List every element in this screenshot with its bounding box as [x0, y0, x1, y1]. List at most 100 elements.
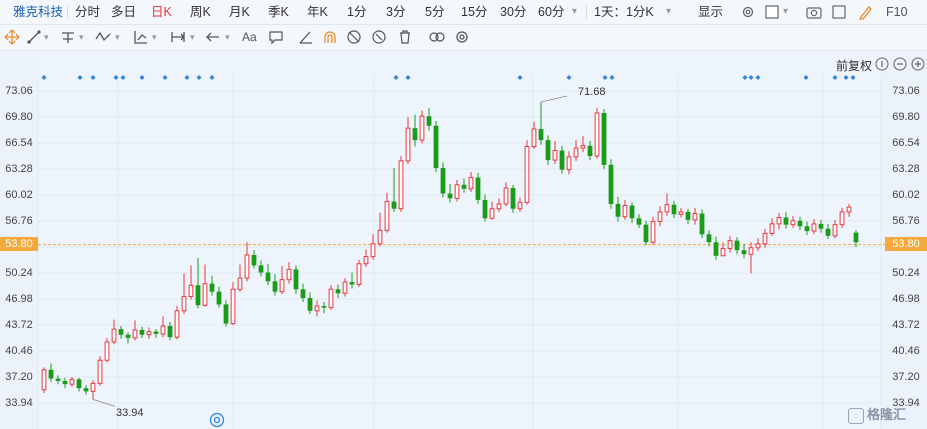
candle-body: [517, 201, 523, 210]
current-price-tag: 53.80: [885, 237, 927, 251]
candle-body: [587, 145, 593, 157]
candle-body: [174, 310, 180, 338]
price-tick: 66.54: [5, 137, 33, 149]
logo-icon: [848, 407, 864, 424]
candle-body: [363, 256, 369, 265]
candle-body: [538, 128, 544, 141]
event-marker: [803, 75, 809, 80]
price-tick: 40.46: [892, 345, 920, 357]
candle-body: [776, 216, 782, 225]
candle-body: [188, 284, 194, 297]
price-tick: 66.54: [892, 137, 920, 149]
candle-body: [734, 240, 740, 251]
candlestick-chart: [37, 75, 885, 429]
candle-body: [118, 329, 124, 335]
candle-body: [713, 242, 719, 256]
candle-body: [622, 205, 628, 218]
candle-body: [251, 254, 257, 266]
candle-body: [601, 113, 607, 165]
price-tick: 40.46: [5, 345, 33, 357]
price-tick: 37.20: [892, 371, 920, 383]
candle-body: [559, 150, 565, 170]
candle-body: [699, 213, 705, 235]
candle-body: [853, 232, 859, 243]
candle-body: [804, 226, 810, 232]
candle-body: [510, 187, 516, 209]
candle-body: [132, 329, 138, 339]
candle-body: [748, 247, 754, 255]
candle-body: [475, 177, 481, 200]
candle-body: [545, 140, 551, 161]
candle-body: [90, 382, 96, 392]
candle-body: [412, 128, 418, 141]
candle-body: [839, 211, 845, 226]
price-tick: 50.24: [5, 267, 33, 279]
candle-body: [244, 254, 250, 279]
current-price-tag: 53.80: [0, 237, 38, 251]
candle-body: [636, 218, 642, 225]
candle-body: [349, 282, 355, 285]
candle-body: [307, 298, 313, 311]
candle-body: [237, 277, 243, 290]
candle-body: [783, 217, 789, 225]
price-tick: 69.80: [892, 111, 920, 123]
candle-body: [755, 243, 761, 249]
event-marker: [832, 75, 838, 80]
event-marker: [843, 75, 849, 80]
candle-body: [111, 328, 117, 343]
event-marker: [566, 75, 572, 80]
candle-body: [419, 115, 425, 141]
candle-body: [230, 288, 236, 325]
candle-body: [216, 291, 222, 305]
candle-body: [650, 220, 656, 243]
candle-body: [769, 223, 775, 234]
event-marker: [517, 75, 523, 80]
price-tick: 56.76: [892, 215, 920, 227]
candle-body: [566, 156, 572, 171]
candle-body: [321, 306, 327, 308]
candle-body: [104, 341, 110, 361]
event-marker: [209, 75, 215, 80]
candle-body: [125, 334, 131, 338]
candle-body: [832, 224, 838, 237]
candle-body: [202, 283, 208, 306]
price-tick: 63.28: [892, 163, 920, 175]
watermark-logo: 格隆汇: [848, 404, 906, 424]
price-tick: 46.98: [892, 293, 920, 305]
price-tick: 73.06: [5, 85, 33, 97]
candle-body: [678, 211, 684, 215]
candle-body: [608, 164, 614, 204]
candle-body: [384, 201, 390, 231]
event-marker: [755, 75, 761, 80]
candle-body: [62, 380, 68, 385]
candle-body: [825, 228, 831, 236]
candle-body: [97, 359, 103, 384]
candle-body: [468, 177, 474, 190]
candle-body: [454, 184, 460, 199]
candle-body: [706, 234, 712, 243]
candle-body: [531, 128, 537, 148]
candle-body: [272, 281, 278, 292]
event-marker: [184, 75, 190, 80]
candle-body: [265, 272, 271, 282]
candle-body: [48, 369, 54, 379]
candle-body: [195, 285, 201, 306]
high-price-label: 71.68: [578, 86, 606, 98]
candle-body: [727, 240, 733, 250]
candle-body: [139, 329, 145, 335]
event-marker: [609, 75, 615, 80]
candle-body: [643, 224, 649, 243]
price-tick: 60.02: [892, 189, 920, 201]
candle-body: [496, 203, 502, 210]
price-tick: 43.72: [5, 319, 33, 331]
candle-body: [552, 149, 558, 161]
candle-body: [720, 248, 726, 257]
candle-body: [377, 229, 383, 245]
price-tick: 63.28: [5, 163, 33, 175]
price-tick: 73.06: [892, 85, 920, 97]
at-icon[interactable]: [209, 412, 225, 428]
candle-body: [524, 146, 530, 203]
candle-body: [811, 223, 817, 232]
candle-body: [426, 116, 432, 126]
candle-body: [489, 208, 495, 219]
